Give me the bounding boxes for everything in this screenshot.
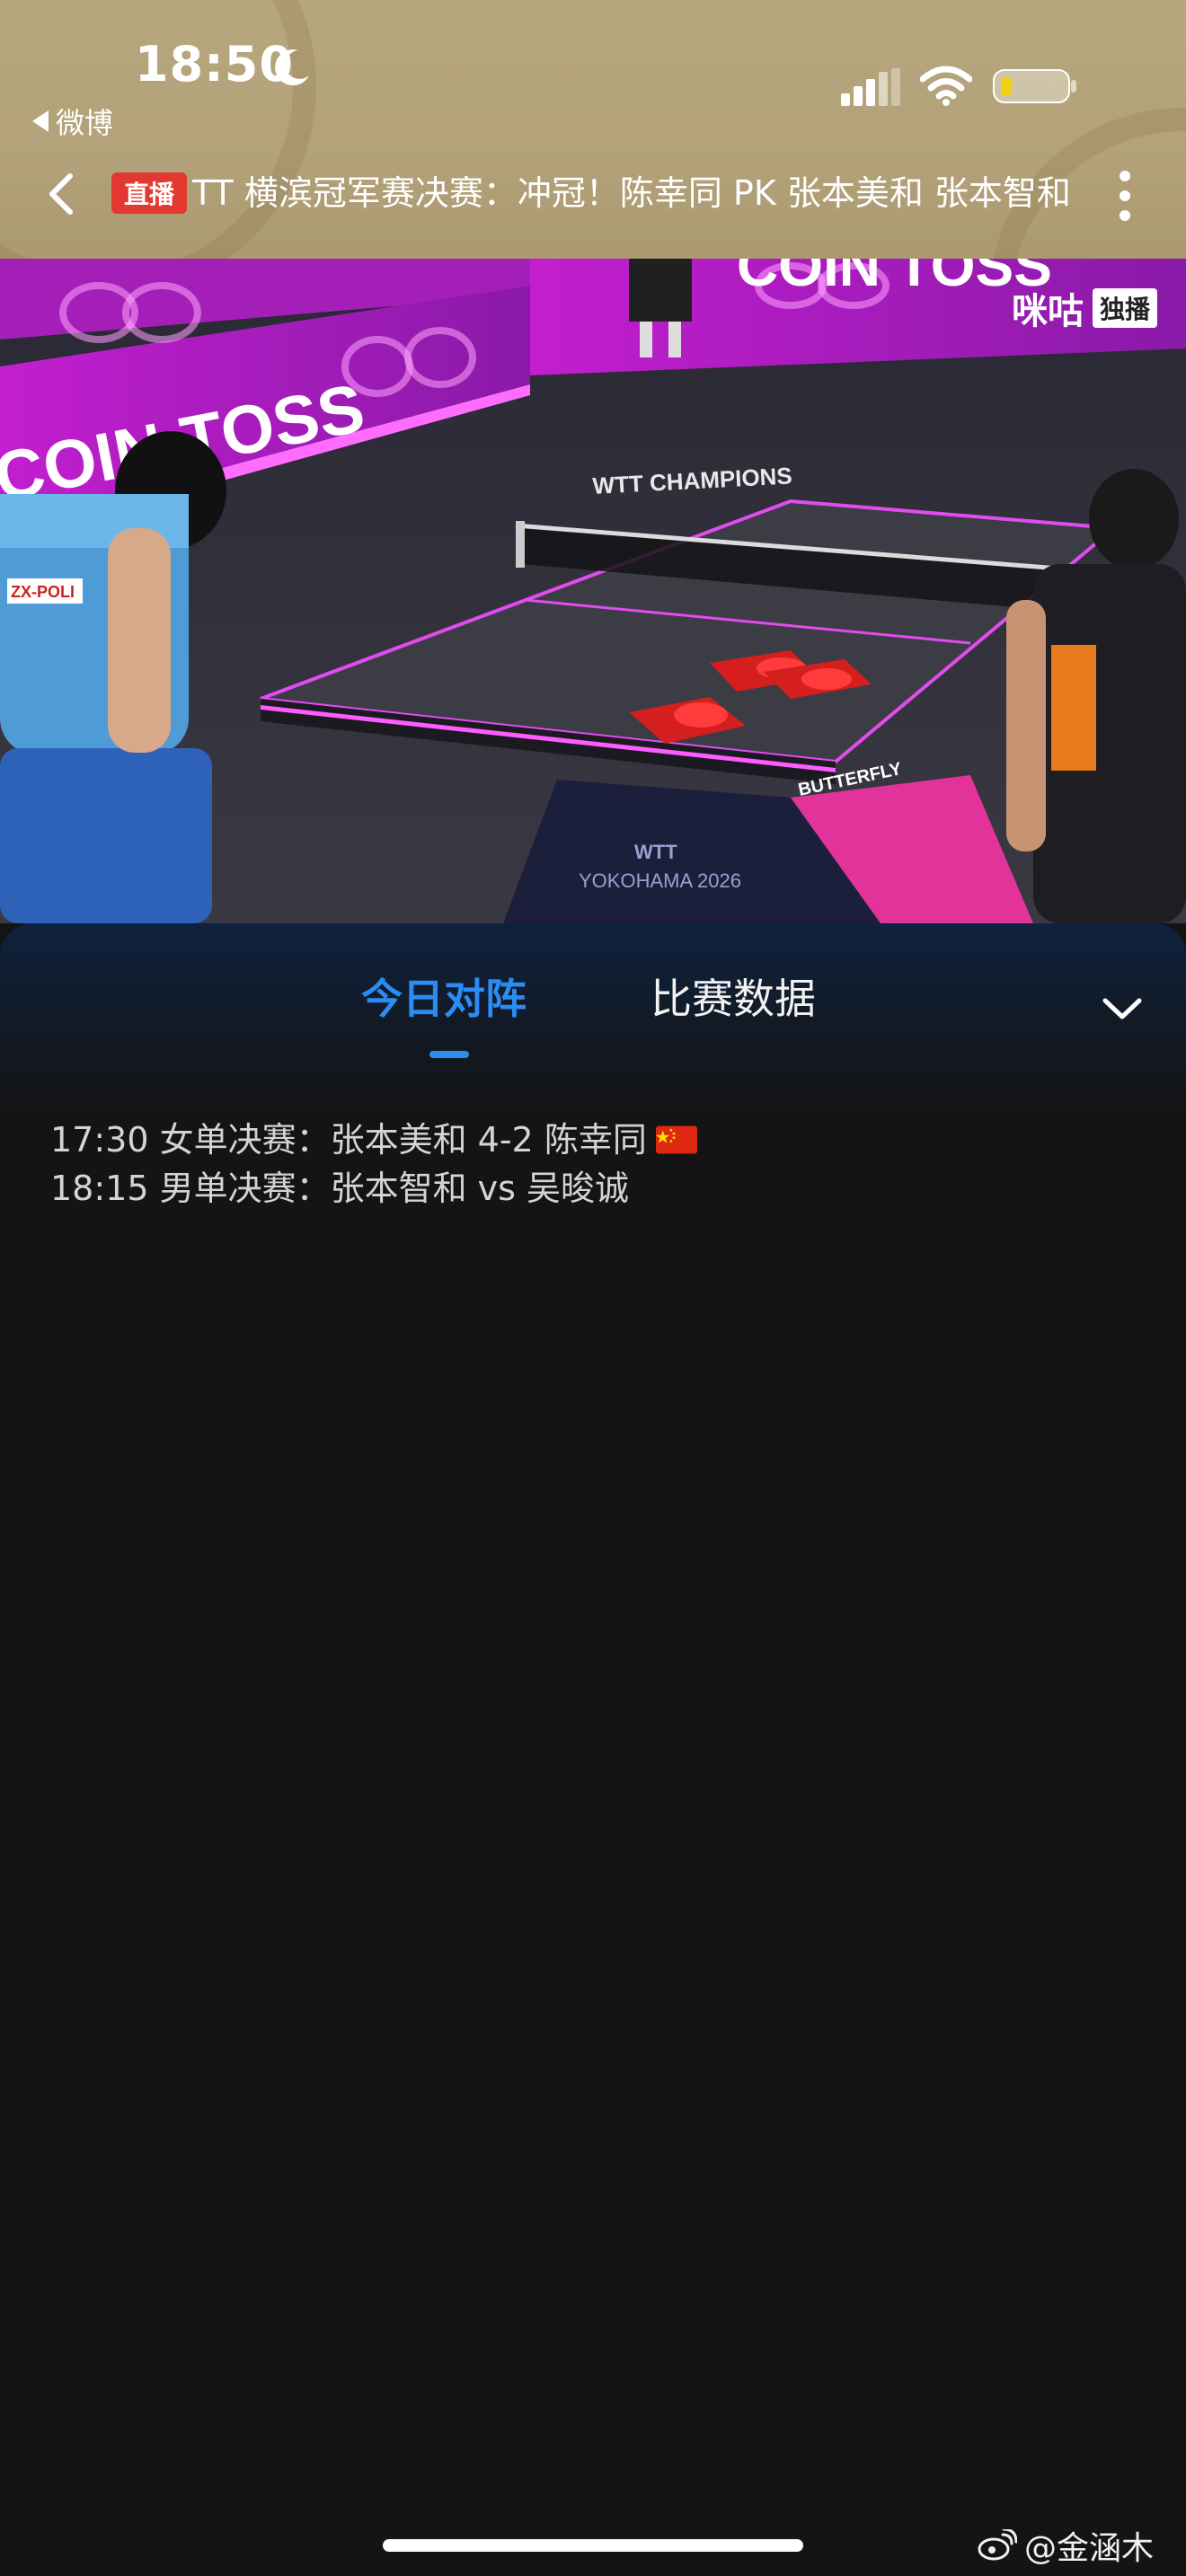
video-player[interactable]: COIN TOSS COIN TOSS WTT CHAMPIONS BUTTER… [0, 259, 1186, 923]
match-line-text: 18:15 男单决赛：张本智和 vs 吴晙诚 [50, 1169, 630, 1208]
home-indicator[interactable] [383, 2539, 803, 2552]
live-badge: 直播 [111, 172, 188, 214]
watermark-badge: 独播 [1092, 288, 1157, 328]
list-item: 17:30 女单决赛：张本美和 4-2 陈幸同 [50, 1116, 1128, 1164]
jersey-sponsor: ZX-POLI [11, 583, 75, 601]
back-app-label: 微博 [56, 106, 114, 140]
active-tab-indicator [429, 1051, 469, 1058]
status-time: 18:50 [135, 36, 294, 93]
match-schedule-list: 17:30 女单决赛：张本美和 4-2 陈幸同 18:15 男单决赛：张本智和 … [50, 1116, 1128, 1213]
watermark-logo: 咪咕 [1011, 291, 1084, 332]
back-arrow-icon[interactable] [43, 171, 79, 217]
migu-watermark: 咪咕 独播 [1012, 282, 1157, 334]
back-triangle-icon [32, 110, 49, 132]
china-flag-icon [655, 1125, 697, 1154]
umpire-figure [629, 259, 692, 322]
banner-text-back: COIN TOSS [737, 259, 1052, 298]
back-to-app-button[interactable]: 微博 [32, 101, 113, 142]
wifi-icon [920, 66, 972, 106]
event-line2: YOKOHAMA 2026 [579, 869, 741, 892]
chevron-down-icon[interactable] [1102, 997, 1143, 1022]
live-title: TT 横滨冠军赛决赛：冲冠！陈幸同 PK 张本美和 张本智和 vs 吴晙诚 [192, 173, 1078, 213]
tab-today-matchups[interactable]: 今日对阵 [361, 972, 527, 1026]
tab-match-stats[interactable]: 比赛数据 [651, 972, 816, 1026]
weibo-icon [978, 2529, 1017, 2561]
match-line-text: 17:30 女单决赛：张本美和 4-2 陈幸同 [50, 1120, 647, 1160]
more-options-icon[interactable] [1118, 169, 1132, 223]
weibo-handle: @金涵木 [1023, 2530, 1154, 2567]
moon-icon [275, 49, 309, 86]
signal-icon [841, 68, 900, 106]
list-item: 18:15 男单决赛：张本智和 vs 吴晙诚 [50, 1164, 1128, 1213]
video-frame: COIN TOSS COIN TOSS WTT CHAMPIONS BUTTER… [0, 259, 1186, 923]
schedule-panel: 今日对阵 比赛数据 17:30 女单决赛：张本美和 4-2 陈幸同 18:15 … [0, 923, 1186, 2576]
event-line1: WTT [634, 841, 677, 863]
weibo-watermark: @金涵木 [978, 2522, 1154, 2569]
battery-icon [993, 69, 1076, 103]
top-header: 18:50 微博 直播 TT 横滨冠军赛决赛：冲冠！陈幸同 PK 张本美和 张本… [0, 0, 1186, 259]
